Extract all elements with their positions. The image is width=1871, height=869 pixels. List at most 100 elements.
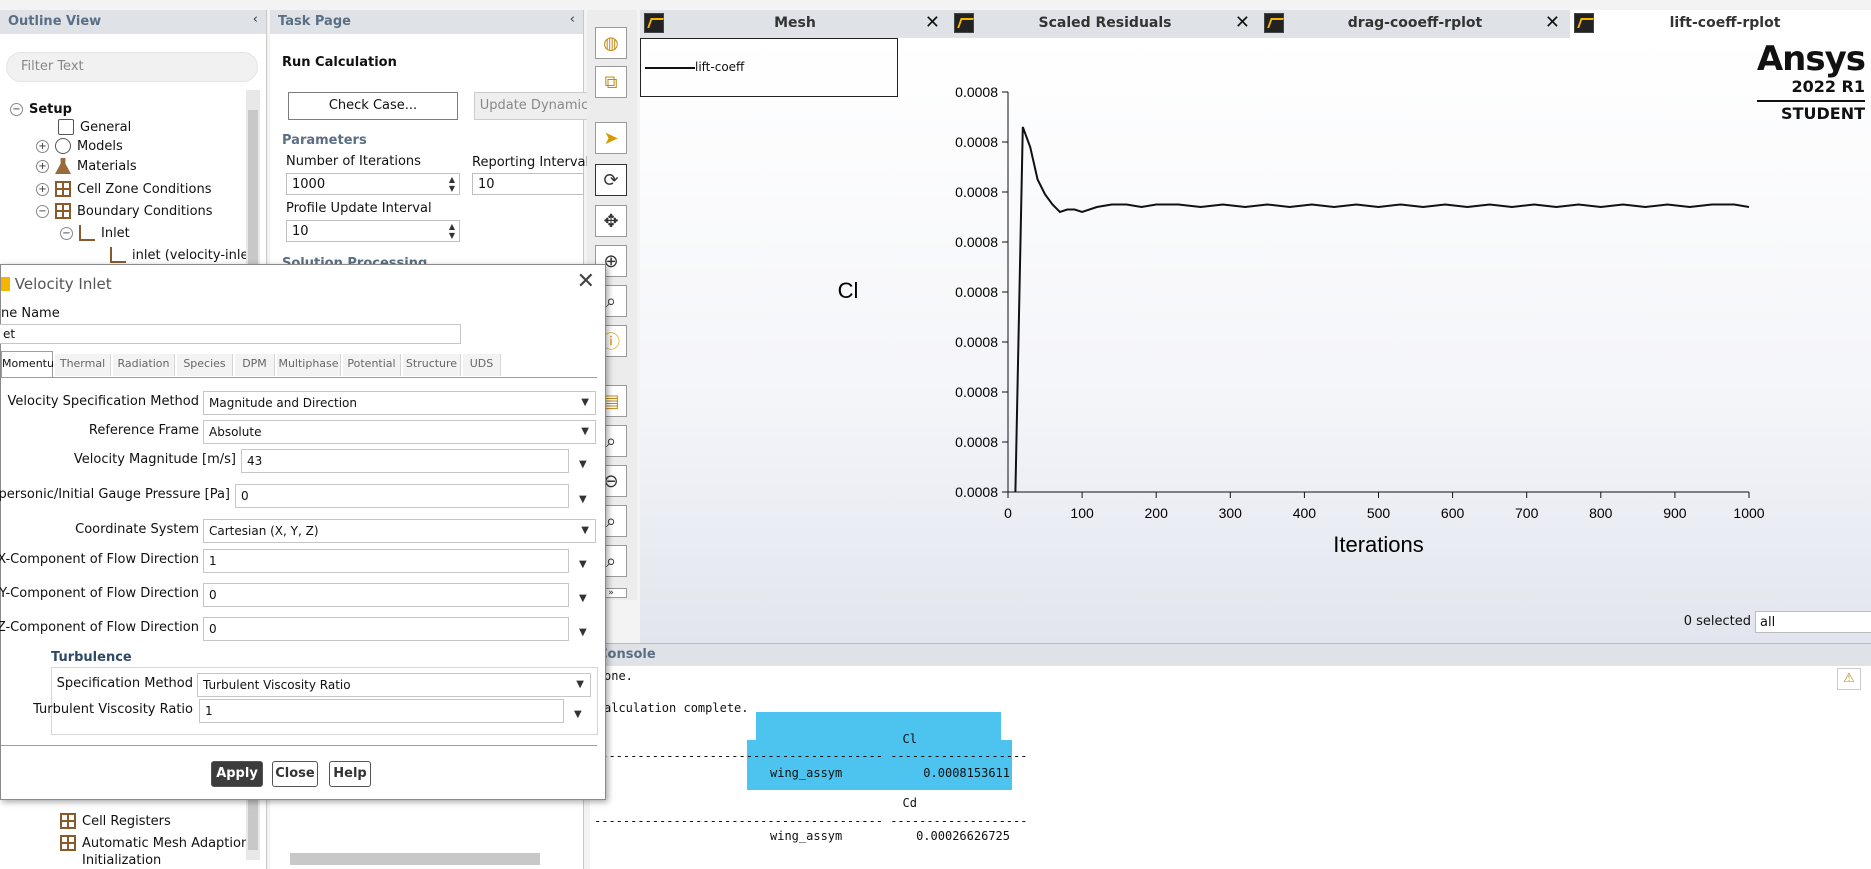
- tab-structure[interactable]: Structure: [403, 354, 461, 376]
- tab-mesh[interactable]: Mesh ✕: [640, 10, 950, 38]
- profile-update-interval-input[interactable]: 10 ▲ ▼: [286, 220, 460, 242]
- x-tick-label: 200: [1145, 505, 1169, 521]
- tab-thermal[interactable]: Thermal: [55, 354, 111, 376]
- tree-item-models[interactable]: + Models: [36, 136, 123, 156]
- tree-item-setup[interactable]: − Setup: [10, 99, 72, 119]
- warning-icon[interactable]: ⚠: [1837, 668, 1861, 690]
- reporting-interval-label: Reporting Interval: [472, 155, 590, 170]
- cell-registers-icon: [60, 813, 76, 829]
- parameter-dropdown-icon[interactable]: ▼: [579, 459, 587, 470]
- reporting-interval-value: 10: [478, 177, 495, 192]
- x-component-input[interactable]: 1: [203, 549, 569, 573]
- velocity-spec-method-select[interactable]: Magnitude and Direction ▼: [203, 391, 596, 415]
- y-component-input[interactable]: 0: [203, 583, 569, 607]
- zone-name-input[interactable]: et: [0, 324, 461, 344]
- console-cd-value: 0.00026626725: [916, 829, 1010, 843]
- collapse-icon[interactable]: −: [60, 226, 73, 240]
- tree-label: Initialization: [82, 853, 162, 867]
- x-tick-label: 300: [1219, 505, 1243, 521]
- tree-item-automatic-mesh-adaption[interactable]: Automatic Mesh Adaption: [60, 833, 249, 853]
- expand-icon[interactable]: +: [36, 159, 49, 173]
- button-divider: [1, 745, 597, 746]
- tab-drag-coeff-rplot[interactable]: drag-cooeff-rplot ✕: [1260, 10, 1570, 38]
- tab-species[interactable]: Species: [177, 354, 233, 376]
- select-pointer-icon[interactable]: ➤: [595, 122, 627, 154]
- collapse-icon[interactable]: −: [36, 204, 49, 218]
- tree-item-cell-registers[interactable]: Cell Registers: [60, 811, 171, 831]
- tree-label: Materials: [77, 158, 137, 174]
- check-case-button[interactable]: Check Case...: [288, 92, 458, 120]
- x-tick-label: 500: [1367, 505, 1391, 521]
- close-icon[interactable]: ✕: [925, 12, 940, 33]
- tab-uds[interactable]: UDS: [463, 354, 501, 376]
- reporting-interval-input[interactable]: 10: [472, 173, 584, 195]
- tab-dpm[interactable]: DPM: [235, 354, 275, 376]
- dialog-app-icon: [1, 277, 10, 291]
- gauge-pressure-input[interactable]: 0: [235, 484, 569, 508]
- spinner-arrows-icon[interactable]: ▲ ▼: [449, 222, 455, 240]
- boundary-zone-icon: [110, 247, 126, 263]
- console-line: one.: [604, 669, 633, 683]
- tab-momentum[interactable]: Momentum: [1, 351, 65, 377]
- tree-label: inlet (velocity-inlet,: [132, 247, 258, 263]
- y-tick-label: 0.0008: [955, 184, 998, 200]
- tree-item-cell-zone[interactable]: + Cell Zone Conditions: [36, 179, 211, 199]
- series-line-lift-coeff: [1014, 126, 1750, 493]
- tree-label: Automatic Mesh Adaption: [82, 835, 250, 851]
- tree-item-inlet-velocity[interactable]: inlet (velocity-inlet,: [110, 245, 258, 265]
- y-axis-label: Cl: [838, 278, 859, 303]
- tab-potential[interactable]: Potential: [343, 354, 401, 376]
- models-icon: [55, 138, 71, 154]
- tree-item-initialization[interactable]: Initialization: [82, 853, 161, 867]
- parameter-dropdown-icon[interactable]: ▼: [574, 709, 582, 720]
- parameter-dropdown-icon[interactable]: ▼: [579, 593, 587, 604]
- close-icon[interactable]: ✕: [1545, 12, 1560, 33]
- tree-item-inlet[interactable]: − Inlet: [60, 223, 130, 243]
- tab-multiphase[interactable]: Multiphase: [277, 354, 341, 376]
- boundary-icon: [55, 203, 71, 219]
- console-cl-header: Cl: [902, 732, 917, 746]
- expand-icon[interactable]: +: [36, 182, 49, 196]
- update-dynamic-button[interactable]: Update Dynamic: [474, 92, 594, 120]
- mesh-display-icon[interactable]: ◍: [595, 27, 627, 59]
- expand-icon[interactable]: +: [36, 139, 49, 153]
- collapse-icon[interactable]: −: [10, 102, 23, 116]
- tree-item-general[interactable]: General: [58, 117, 131, 137]
- coordinate-system-select[interactable]: Cartesian (X, Y, Z) ▼: [203, 519, 596, 543]
- graphics-window[interactable]: lift-coeff Ansys 2022 R1 STUDENT 0 100 200…: [640, 38, 1871, 643]
- spinner-arrows-icon[interactable]: ▲ ▼: [449, 175, 455, 193]
- tree-item-materials[interactable]: + Materials: [36, 156, 137, 176]
- x-tick-label: 100: [1070, 505, 1094, 521]
- apply-button[interactable]: Apply: [211, 761, 263, 787]
- parameter-dropdown-icon[interactable]: ▼: [579, 627, 587, 638]
- selection-filter-input[interactable]: all: [1755, 611, 1871, 633]
- view-cube-icon[interactable]: ⧉: [595, 66, 627, 98]
- dialog-close-icon[interactable]: ✕: [577, 269, 595, 294]
- parameter-dropdown-icon[interactable]: ▼: [579, 494, 587, 505]
- number-of-iterations-input[interactable]: 1000 ▲ ▼: [286, 173, 460, 195]
- tree-item-boundary-conditions[interactable]: − Boundary Conditions: [36, 201, 213, 221]
- velocity-magnitude-input[interactable]: 43: [241, 449, 569, 473]
- tab-lift-coeff-rplot[interactable]: lift-coeff-rplot: [1570, 10, 1871, 38]
- tab-scaled-residuals[interactable]: Scaled Residuals ✕: [950, 10, 1260, 38]
- turbulent-viscosity-ratio-input[interactable]: 1: [199, 699, 564, 723]
- tab-radiation[interactable]: Radiation: [113, 354, 175, 376]
- flask-icon: [55, 158, 71, 174]
- dropdown-icon: ▼: [581, 426, 589, 437]
- close-button[interactable]: Close: [272, 761, 318, 787]
- collapse-panel-icon[interactable]: ‹: [253, 12, 258, 27]
- close-icon[interactable]: ✕: [1235, 12, 1250, 33]
- coordinate-system-label: Coordinate System: [75, 522, 199, 537]
- task-page-hscroll-thumb[interactable]: [290, 853, 540, 865]
- reference-frame-select[interactable]: Absolute ▼: [203, 420, 596, 444]
- help-button[interactable]: Help: [329, 761, 371, 787]
- collapse-panel-icon[interactable]: ‹: [570, 12, 575, 27]
- filter-text-input[interactable]: Filter Text: [6, 52, 258, 82]
- z-component-input[interactable]: 0: [203, 617, 569, 641]
- parameters-heading: Parameters: [282, 133, 367, 148]
- rotate-icon[interactable]: ⟳: [595, 164, 627, 196]
- pan-icon[interactable]: ✥: [595, 205, 627, 237]
- turbulence-heading: Turbulence: [51, 650, 132, 665]
- parameter-dropdown-icon[interactable]: ▼: [579, 559, 587, 570]
- specification-method-select[interactable]: Turbulent Viscosity Ratio ▼: [197, 673, 591, 697]
